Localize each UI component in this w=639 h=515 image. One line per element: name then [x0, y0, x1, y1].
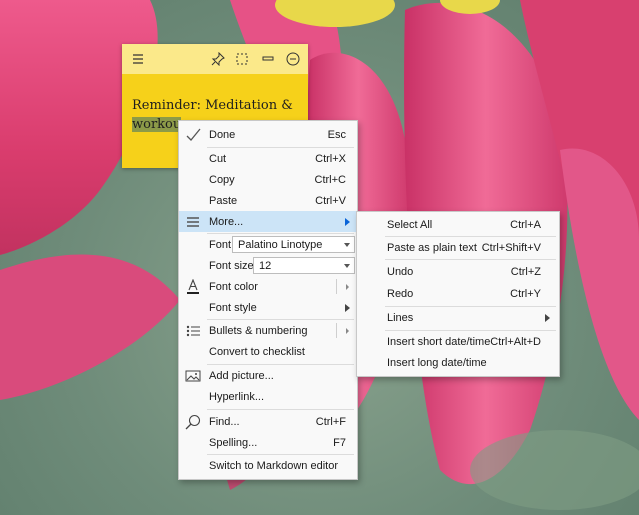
menu-item-font[interactable]: Font Palatino Linotype	[179, 234, 357, 255]
menu-item-spelling[interactable]: Spelling... F7	[179, 432, 357, 453]
pin-icon[interactable]	[210, 51, 226, 67]
list-icon	[185, 214, 201, 230]
selected-text: workou	[132, 117, 182, 132]
menu-item-copy[interactable]: Copy Ctrl+C	[179, 169, 357, 190]
menu-item-font-color[interactable]: Font color	[179, 276, 357, 297]
submenu-arrow-icon	[545, 313, 550, 322]
hamburger-menu-icon[interactable]	[130, 51, 146, 67]
split-divider	[336, 279, 337, 294]
font-color-icon	[185, 278, 201, 295]
menu-item-markdown[interactable]: Switch to Markdown editor	[179, 455, 357, 476]
menu-item-cut[interactable]: Cut Ctrl+X	[179, 148, 357, 169]
menu-item-more[interactable]: More...	[179, 211, 357, 232]
submenu-arrow-icon[interactable]	[346, 283, 349, 290]
chevron-down-icon	[344, 264, 350, 268]
menu-item-bullets[interactable]: Bullets & numbering	[179, 320, 357, 341]
menu-item-undo[interactable]: Undo Ctrl+Z	[357, 261, 559, 282]
split-divider	[336, 323, 337, 338]
context-menu: Done Esc Cut Ctrl+X Copy Ctrl+C Paste Ct…	[178, 120, 358, 480]
submenu-arrow-icon	[345, 217, 350, 226]
bullets-icon	[185, 323, 201, 339]
font-family-dropdown[interactable]: Palatino Linotype	[232, 236, 355, 253]
minimize-icon[interactable]	[260, 51, 276, 67]
menu-item-paste[interactable]: Paste Ctrl+V	[179, 190, 357, 211]
menu-item-long-date[interactable]: Insert long date/time	[357, 352, 559, 373]
menu-item-lines[interactable]: Lines	[357, 307, 559, 328]
menu-item-font-size[interactable]: Font size 12	[179, 255, 357, 276]
chevron-down-icon	[344, 243, 350, 247]
search-icon	[185, 414, 201, 430]
menu-item-find[interactable]: Find... Ctrl+F	[179, 411, 357, 432]
menu-item-done[interactable]: Done Esc	[179, 124, 357, 145]
checkmark-icon	[185, 127, 201, 143]
menu-separator	[385, 259, 556, 260]
more-submenu: Select All Ctrl+A Paste as plain text Ct…	[356, 211, 560, 377]
font-size-dropdown[interactable]: 12	[253, 257, 355, 274]
note-toolbar	[122, 44, 308, 74]
select-icon[interactable]	[234, 51, 250, 67]
submenu-arrow-icon[interactable]	[346, 327, 349, 334]
menu-item-convert-checklist[interactable]: Convert to checklist	[179, 341, 357, 362]
menu-item-hyperlink[interactable]: Hyperlink...	[179, 386, 357, 407]
menu-item-font-style[interactable]: Font style	[179, 297, 357, 318]
menu-item-paste-plain[interactable]: Paste as plain text Ctrl+Shift+V	[357, 237, 559, 258]
menu-item-redo[interactable]: Redo Ctrl+Y	[357, 283, 559, 304]
menu-item-short-date[interactable]: Insert short date/time Ctrl+Alt+D	[357, 331, 559, 352]
note-text-line: Reminder: Meditation &	[132, 98, 293, 113]
picture-icon	[185, 368, 201, 384]
menu-item-add-picture[interactable]: Add picture...	[179, 365, 357, 386]
menu-item-select-all[interactable]: Select All Ctrl+A	[357, 214, 559, 235]
submenu-arrow-icon	[345, 303, 350, 312]
close-circle-icon[interactable]	[285, 51, 301, 67]
menu-separator	[207, 409, 354, 410]
